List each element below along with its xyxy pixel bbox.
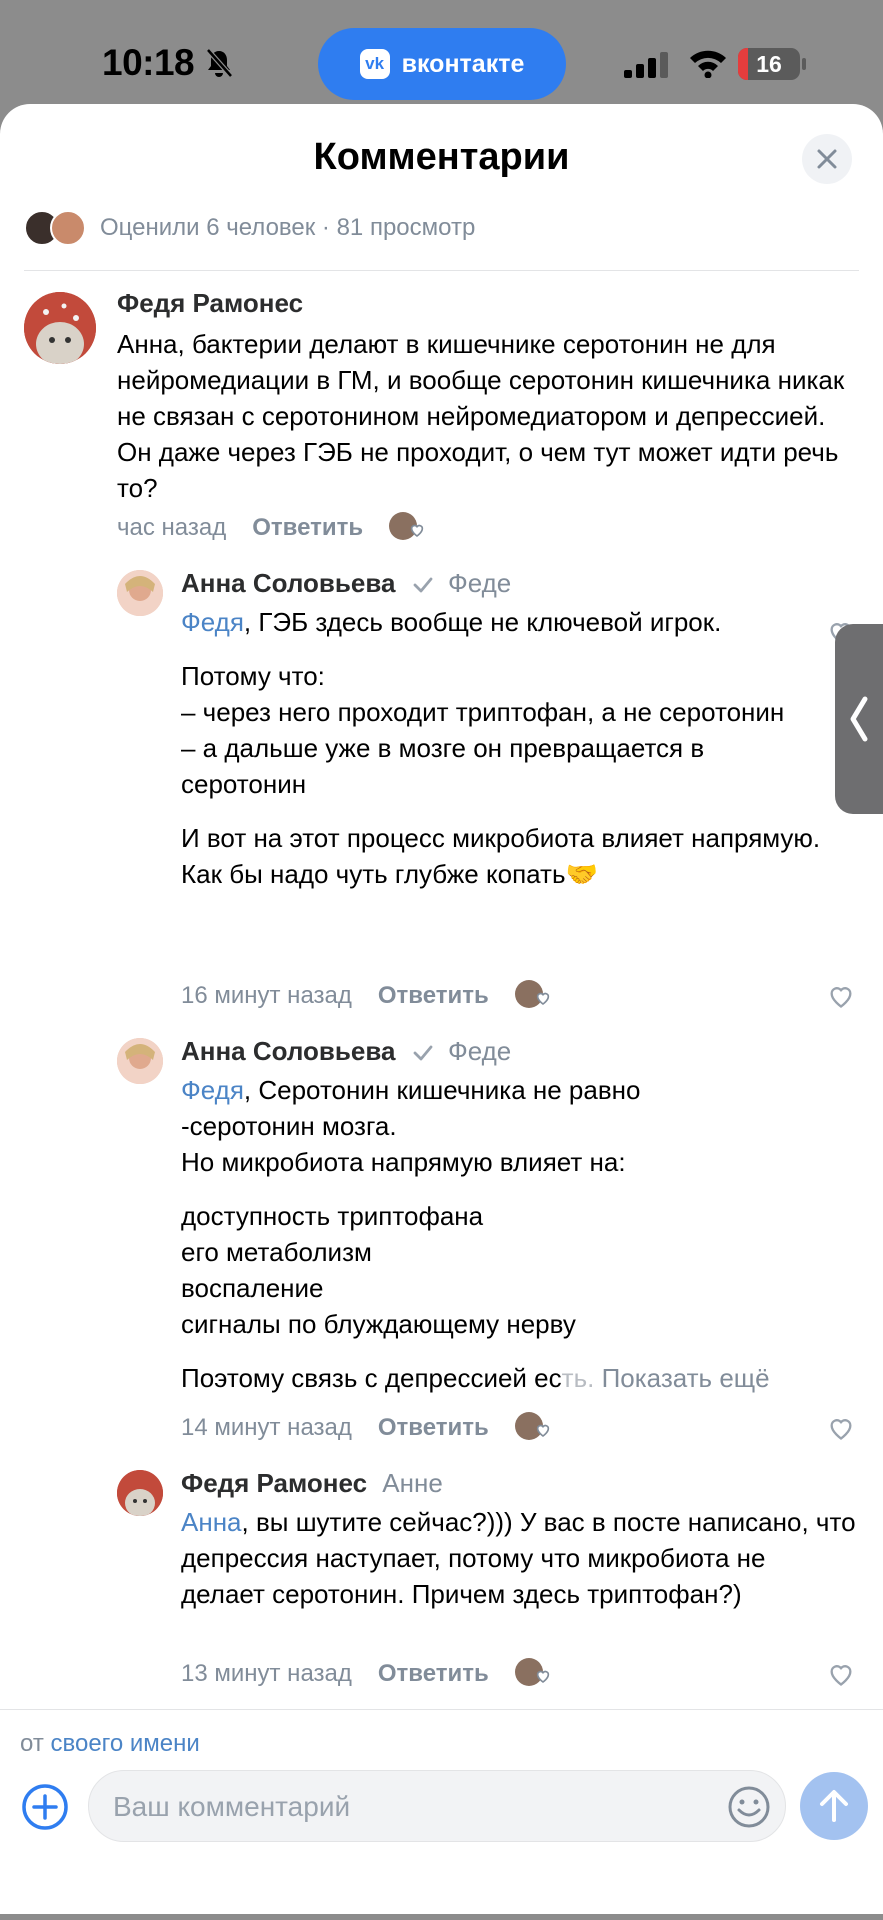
- reply-button[interactable]: Ответить: [378, 982, 489, 1010]
- home-indicator-bar: [0, 1914, 883, 1920]
- divider: [0, 1709, 883, 1710]
- comment-meta: 13 минут назад Ответить: [181, 1658, 555, 1690]
- avatar[interactable]: [117, 1470, 163, 1516]
- likers[interactable]: [514, 1658, 555, 1690]
- wifi-icon: [690, 50, 726, 78]
- arrow-up-icon: [820, 1790, 848, 1822]
- comment-meta: 16 минут назад Ответить: [181, 980, 555, 1012]
- verified-check-icon: [413, 1045, 433, 1061]
- mention-link[interactable]: Федя: [181, 1075, 244, 1105]
- sheet-title: Комментарии: [313, 136, 570, 178]
- comment-text: Федя, ГЭБ здесь вообще не ключевой игрок…: [181, 604, 831, 892]
- likers[interactable]: [389, 512, 429, 544]
- post-as-prefix: от: [20, 1730, 44, 1757]
- cat-avatar-icon: [117, 1470, 163, 1516]
- post-as: от своего имени: [20, 1730, 200, 1758]
- bell-off-icon: [206, 48, 233, 78]
- avatar-photo-icon: [117, 570, 163, 616]
- comment-meta: час назад Ответить: [117, 512, 429, 544]
- comment-time: 13 минут назад: [181, 1660, 352, 1687]
- comment-first-line: Федя, ГЭБ здесь вообще не ключевой игрок…: [181, 607, 722, 637]
- like-heart-icon[interactable]: [826, 1414, 856, 1442]
- comment-first-line: Федя, Серотонин кишечника не равно -серо…: [181, 1075, 641, 1177]
- stats-text: Оценили 6 человек · 81 просмотр: [100, 214, 476, 241]
- avatar[interactable]: [24, 292, 96, 364]
- send-button[interactable]: [800, 1772, 868, 1840]
- heart-small-icon: [536, 1424, 549, 1438]
- mention-link[interactable]: Федя: [181, 607, 244, 637]
- comments-sheet: Комментарии Оценили 6 человек · 81 просм…: [0, 104, 883, 1914]
- battery-icon: 16: [738, 48, 800, 80]
- comment-input-wrapper: [88, 1770, 786, 1843]
- plus-circle-icon[interactable]: [20, 1782, 70, 1832]
- side-panel-handle[interactable]: [835, 624, 883, 814]
- comment-author[interactable]: Анна Соловьева Феде: [181, 1036, 511, 1067]
- close-button[interactable]: [802, 134, 852, 184]
- mention-link[interactable]: Анна: [181, 1507, 242, 1537]
- comment-time: 16 минут назад: [181, 982, 352, 1009]
- avatar[interactable]: [117, 1038, 163, 1084]
- chevron-left-icon: [850, 696, 868, 742]
- comment-time: час назад: [117, 514, 227, 541]
- reply-button[interactable]: Ответить: [378, 1414, 489, 1442]
- comment-input[interactable]: [111, 1771, 695, 1843]
- reactions-stats[interactable]: Оценили 6 человек · 81 просмотр: [24, 208, 475, 248]
- heart-small-icon: [536, 992, 549, 1006]
- cat-avatar-icon: [24, 292, 96, 364]
- comment-author[interactable]: Федя Рамонес: [117, 288, 303, 319]
- comment-paragraph: Анна, бактерии делают в кишечнике серото…: [117, 329, 845, 503]
- comment-last-line: Поэтому связь с депрессией есть. Показат…: [181, 1363, 770, 1393]
- app-pill[interactable]: vk вконтакте: [318, 28, 566, 100]
- comment-paragraph: И вот на этот процесс микробиота влияет …: [181, 823, 821, 889]
- comment-author[interactable]: Федя Рамонес Анне: [181, 1468, 443, 1499]
- comment-paragraph: Потому что: – через него проходит трипто…: [181, 661, 785, 799]
- comment-text: Анна, бактерии делают в кишечнике серото…: [117, 326, 847, 506]
- like-heart-icon[interactable]: [826, 982, 856, 1010]
- comment-time: 14 минут назад: [181, 1414, 352, 1441]
- verified-check-icon: [413, 577, 433, 593]
- likers[interactable]: [514, 1412, 555, 1444]
- close-icon: [817, 149, 837, 169]
- avatar[interactable]: [117, 570, 163, 616]
- liker-avatar: [50, 210, 86, 246]
- status-bar: 10:18 vk вконтакте 16: [0, 0, 883, 110]
- signal-icon: [624, 52, 668, 78]
- reply-to[interactable]: Феде: [448, 1036, 511, 1066]
- show-more-link[interactable]: Показать ещё: [602, 1363, 770, 1393]
- post-as-link[interactable]: своего имени: [50, 1730, 199, 1757]
- status-time: 10:18: [102, 42, 195, 83]
- likers[interactable]: [514, 980, 555, 1012]
- reply-button[interactable]: Ответить: [252, 514, 363, 542]
- reply-button[interactable]: Ответить: [378, 1660, 489, 1688]
- comment-text: Анна, вы шутите сейчас?))) У вас в посте…: [181, 1504, 856, 1612]
- divider: [24, 270, 859, 271]
- smile-icon[interactable]: [727, 1785, 771, 1829]
- heart-small-icon: [410, 524, 424, 538]
- battery-tip: [802, 58, 806, 70]
- comment-paragraph: доступность триптофана его метаболизм во…: [181, 1201, 576, 1339]
- reply-to[interactable]: Феде: [448, 568, 511, 598]
- app-name: вконтакте: [401, 49, 525, 78]
- comment-meta: 14 минут назад Ответить: [181, 1412, 555, 1444]
- vk-logo: vk: [359, 49, 390, 79]
- comment-text: Федя, Серотонин кишечника не равно -серо…: [181, 1072, 861, 1396]
- battery-level: 16: [756, 51, 782, 77]
- comment-first-line: Анна, вы шутите сейчас?))) У вас в посте…: [181, 1507, 856, 1609]
- avatar-photo-icon: [117, 1038, 163, 1084]
- comment-author[interactable]: Анна Соловьева Феде: [181, 568, 511, 599]
- like-heart-icon[interactable]: [826, 1660, 856, 1688]
- heart-small-icon: [536, 1670, 549, 1684]
- reply-to[interactable]: Анне: [382, 1468, 443, 1498]
